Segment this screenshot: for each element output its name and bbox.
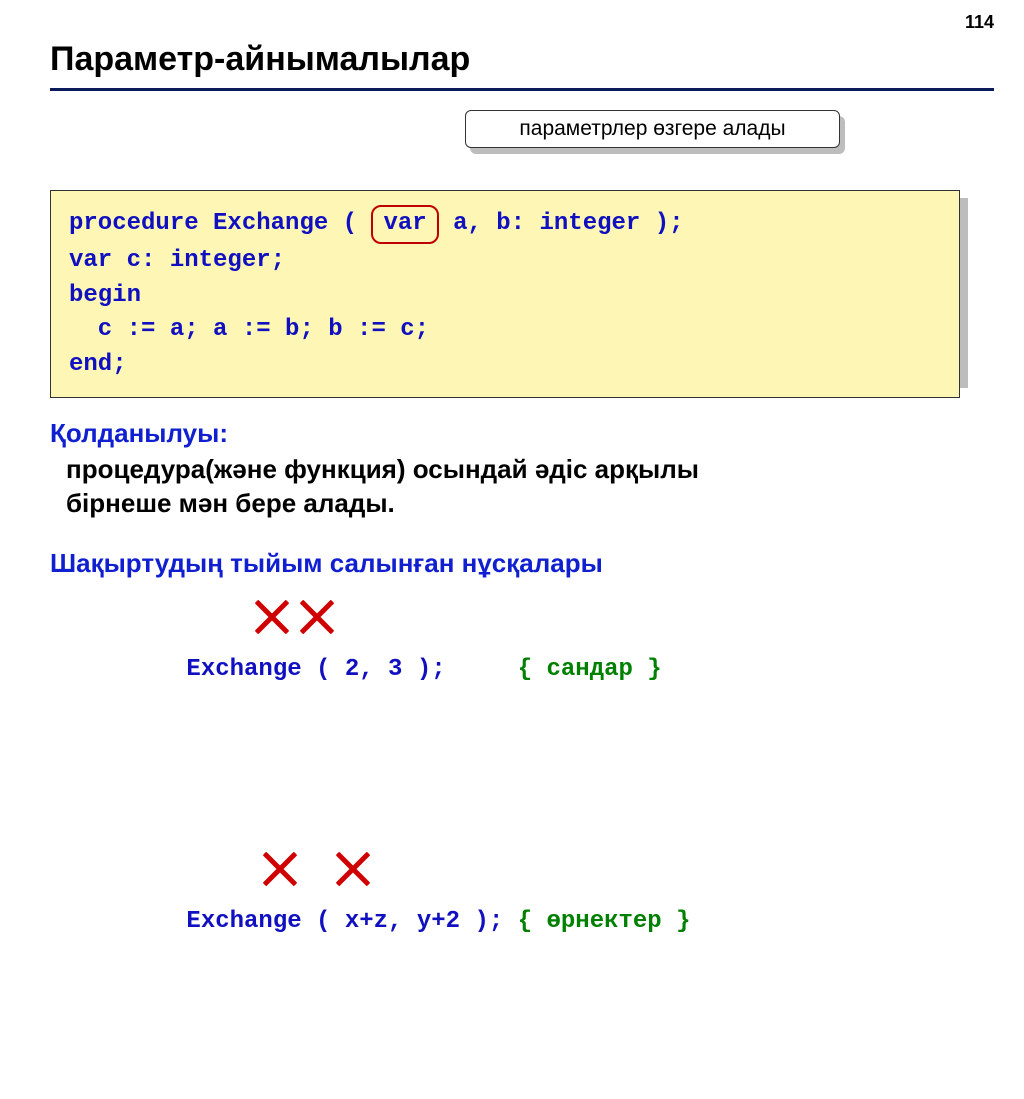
title-divider <box>50 88 994 91</box>
example-comment: { сандар } <box>518 656 662 683</box>
cross-icon <box>260 849 300 889</box>
code-line-1: procedure Exchange ( var a, b: integer )… <box>69 205 941 244</box>
usage-body-line1: процедура(және функция) осындай әдіс арқ… <box>66 453 974 487</box>
code-line-4: c := a; a := b; b := c; <box>69 313 941 348</box>
page-number: 114 <box>965 12 994 33</box>
usage-heading: Қолданылуы: <box>50 418 974 449</box>
cross-icon <box>297 597 337 637</box>
code-content: procedure Exchange ( var a, b: integer )… <box>50 190 960 398</box>
usage-body-line2: бірнеше мән бере алады. <box>66 487 974 521</box>
code-text: procedure Exchange ( <box>69 210 371 237</box>
cross-icon <box>333 849 373 889</box>
cross-icon <box>252 597 292 637</box>
page-title: Параметр-айнымалылар <box>50 40 470 79</box>
forbidden-heading: Шақыртудың тыйым салынған нұсқалары <box>50 548 974 579</box>
forbidden-examples: Exchange ( 2, 3 ); { сандар } Exchange (… <box>100 595 974 1099</box>
example-line-2: Exchange ( x+z, y+2 ); { өрнектер } <box>100 847 974 1099</box>
callout-text: параметрлер өзгере алады <box>519 117 785 141</box>
code-line-5: end; <box>69 348 941 383</box>
example-code: Exchange ( x+z, y+2 ); <box>186 908 517 935</box>
var-keyword-box: var <box>371 205 438 244</box>
code-block: procedure Exchange ( var a, b: integer )… <box>50 190 960 398</box>
forbidden-section: Шақыртудың тыйым салынған нұсқалары Exch… <box>50 548 974 1099</box>
example-line-1: Exchange ( 2, 3 ); { сандар } <box>100 595 974 847</box>
usage-body: процедура(және функция) осындай әдіс арқ… <box>66 453 974 521</box>
callout-box: параметрлер өзгере алады <box>465 110 840 148</box>
example-comment: { өрнектер } <box>518 908 691 935</box>
code-line-2: var c: integer; <box>69 244 941 279</box>
usage-section: Қолданылуы: процедура(және функция) осын… <box>50 418 974 521</box>
example-code: Exchange ( 2, 3 ); <box>186 656 517 683</box>
code-line-3: begin <box>69 279 941 314</box>
code-text: a, b: integer ); <box>439 210 684 237</box>
